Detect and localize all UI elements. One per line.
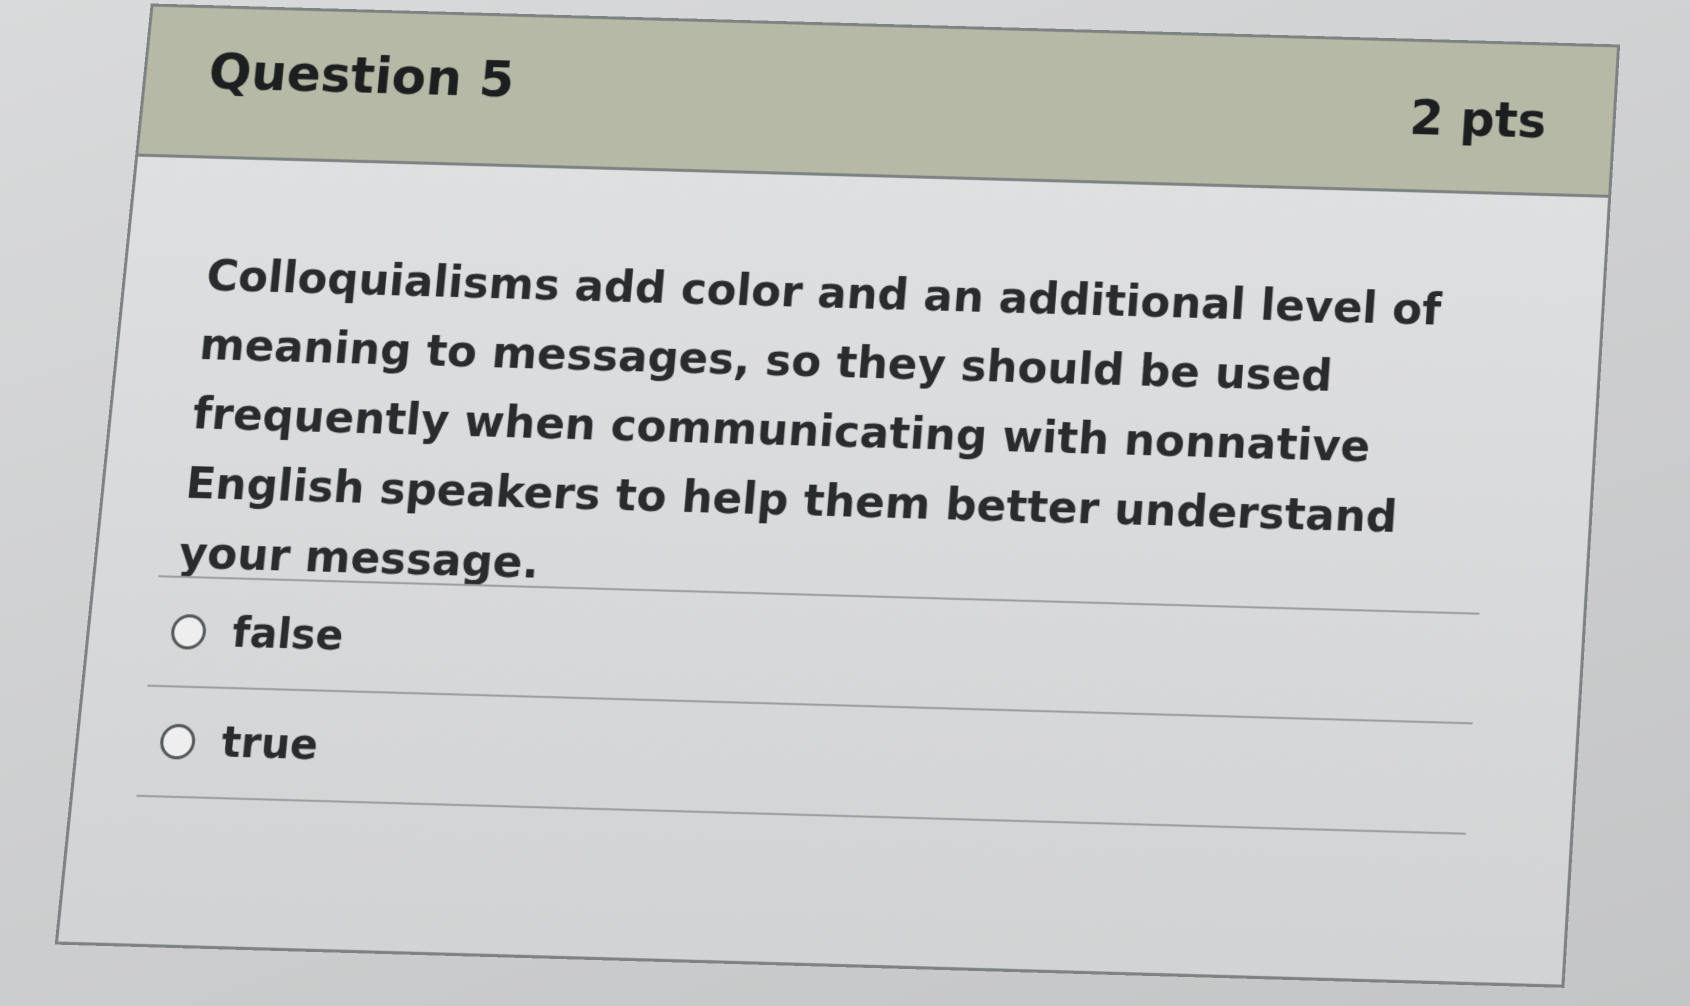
radio-button-false[interactable] [169, 613, 208, 650]
question-text: Colloquialisms add color and an addition… [176, 250, 1443, 590]
question-body: Colloquialisms add color and an addition… [58, 157, 1608, 985]
radio-button-true[interactable] [158, 723, 197, 760]
question-points: 2 pts [1408, 89, 1548, 150]
answer-label-true: true [219, 719, 321, 770]
question-title: Question 5 [206, 42, 517, 109]
screen: Question 5 2 pts Colloquialisms add colo… [0, 0, 1690, 1006]
answer-label-false: false [229, 609, 346, 661]
answer-list: false true [136, 575, 1480, 835]
question-card: Question 5 2 pts Colloquialisms add colo… [54, 3, 1621, 988]
